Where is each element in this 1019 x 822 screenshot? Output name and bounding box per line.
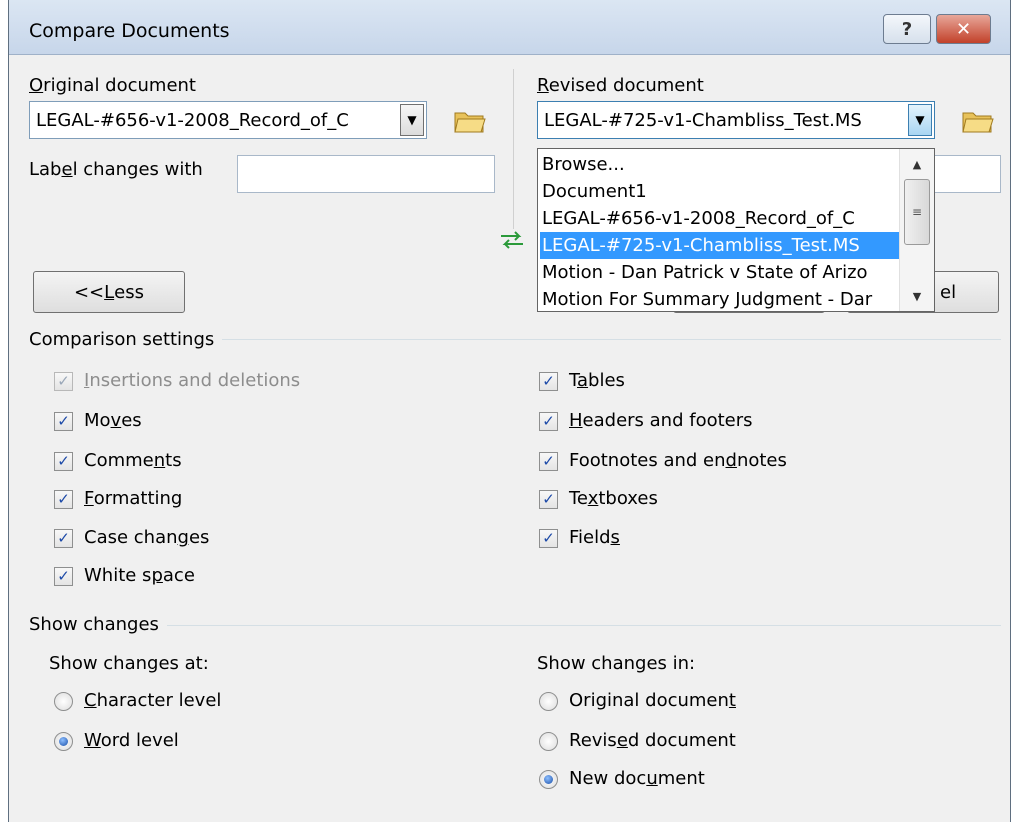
moves-checkbox[interactable]: ✓ [54, 412, 73, 431]
title-bar: Compare Documents ? ✕ [9, 0, 1010, 55]
original-document-option-label[interactable]: Original document [569, 690, 736, 711]
dialog-body: Original document LEGAL-#656-v1-2008_Rec… [9, 55, 1010, 822]
footnotes-endnotes-checkbox[interactable]: ✓ [539, 452, 558, 471]
headers-footers-label[interactable]: Headers and footers [569, 410, 753, 431]
revised-document-radio[interactable] [539, 732, 558, 751]
dialog-title: Compare Documents [29, 20, 230, 42]
case-changes-checkbox[interactable]: ✓ [54, 529, 73, 548]
revised-document-dropdown-list[interactable]: Browse... Document1 LEGAL-#656-v1-2008_R… [537, 148, 935, 312]
compare-documents-dialog: Compare Documents ? ✕ Original document … [8, 0, 1011, 822]
help-icon: ? [901, 18, 913, 40]
swap-documents-icon[interactable] [499, 229, 525, 251]
less-button[interactable]: << Less [33, 271, 185, 313]
close-button[interactable]: ✕ [936, 14, 991, 44]
character-level-radio[interactable] [54, 692, 73, 711]
show-changes-title: Show changes [29, 614, 167, 635]
moves-label[interactable]: Moves [84, 410, 142, 431]
case-changes-label[interactable]: Case changes [84, 527, 209, 548]
dropdown-item-motion-summary-judgment[interactable]: Motion For Summary Judgment - Dar [540, 286, 900, 313]
group-divider [29, 625, 1001, 626]
original-document-radio[interactable] [539, 692, 558, 711]
tables-checkbox[interactable]: ✓ [539, 372, 558, 391]
new-document-option-label[interactable]: New document [569, 768, 705, 789]
scrollbar-thumb[interactable]: ≡ [904, 179, 930, 245]
insertions-deletions-checkbox: ✓ [54, 372, 73, 391]
show-changes-in-label: Show changes in: [537, 653, 696, 674]
word-level-label[interactable]: Word level [84, 730, 179, 751]
textboxes-checkbox[interactable]: ✓ [539, 490, 558, 509]
dropdown-item-legal-656[interactable]: LEGAL-#656-v1-2008_Record_of_C [540, 205, 900, 232]
original-document-value: LEGAL-#656-v1-2008_Record_of_C [36, 110, 349, 131]
fields-checkbox[interactable]: ✓ [539, 529, 558, 548]
tables-label[interactable]: Tables [569, 370, 625, 391]
white-space-checkbox[interactable]: ✓ [54, 567, 73, 586]
show-changes-at-label: Show changes at: [49, 653, 209, 674]
original-document-label: Original document [29, 75, 196, 96]
formatting-label[interactable]: Formatting [84, 488, 182, 509]
revised-document-value: LEGAL-#725-v1-Chambliss_Test.MS [544, 110, 862, 131]
dropdown-scrollbar[interactable]: ▲ ≡ ▼ [899, 149, 934, 311]
original-document-combo[interactable]: LEGAL-#656-v1-2008_Record_of_C ▼ [29, 101, 427, 139]
column-divider [513, 69, 514, 229]
scroll-up-icon[interactable]: ▲ [904, 151, 930, 177]
label-changes-input[interactable] [237, 155, 495, 193]
open-folder-icon[interactable] [961, 107, 995, 135]
help-button[interactable]: ? [883, 14, 931, 44]
white-space-label[interactable]: White space [84, 565, 195, 586]
scroll-down-icon[interactable]: ▼ [904, 283, 930, 309]
fields-label[interactable]: Fields [569, 527, 620, 548]
new-document-radio[interactable] [539, 770, 558, 789]
dropdown-item-motion-dan-patrick[interactable]: Motion - Dan Patrick v State of Arizo [540, 259, 900, 286]
revised-document-option-label[interactable]: Revised document [569, 730, 736, 751]
revised-document-combo[interactable]: LEGAL-#725-v1-Chambliss_Test.MS ▼ [537, 101, 935, 139]
chevron-down-icon[interactable]: ▼ [400, 104, 424, 136]
dropdown-item-browse[interactable]: Browse... [540, 151, 900, 178]
textboxes-label[interactable]: Textboxes [569, 488, 658, 509]
word-level-radio[interactable] [54, 732, 73, 751]
dropdown-item-document1[interactable]: Document1 [540, 178, 900, 205]
comparison-settings-title: Comparison settings [29, 329, 223, 350]
label-changes-label: Label changes with [29, 159, 203, 180]
formatting-checkbox[interactable]: ✓ [54, 490, 73, 509]
character-level-label[interactable]: Character level [84, 690, 221, 711]
revised-document-label: Revised document [537, 75, 704, 96]
dropdown-item-legal-725[interactable]: LEGAL-#725-v1-Chambliss_Test.MS [540, 232, 900, 259]
chevron-down-icon[interactable]: ▼ [908, 104, 932, 136]
open-folder-icon[interactable] [453, 107, 487, 135]
comments-checkbox[interactable]: ✓ [54, 452, 73, 471]
close-icon: ✕ [955, 18, 972, 40]
footnotes-endnotes-label[interactable]: Footnotes and endnotes [569, 450, 787, 471]
comments-label[interactable]: Comments [84, 450, 182, 471]
headers-footers-checkbox[interactable]: ✓ [539, 412, 558, 431]
insertions-deletions-label: Insertions and deletions [84, 370, 301, 391]
